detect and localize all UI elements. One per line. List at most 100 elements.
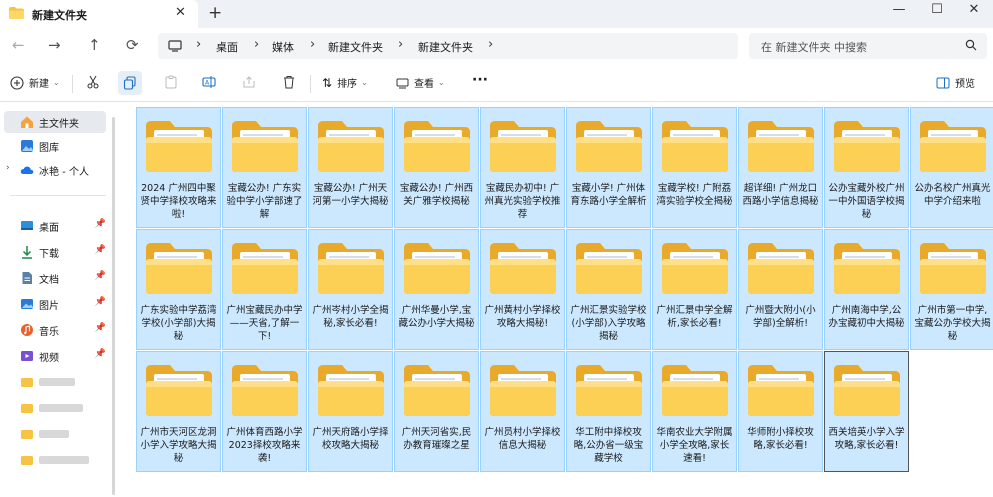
sidebar-item-obscured[interactable]: [4, 449, 106, 471]
chevron-right-icon[interactable]: ›: [6, 163, 10, 173]
delete-button[interactable]: [282, 75, 296, 89]
folder-item[interactable]: 西关培英小学入学攻略,家长必看!: [824, 351, 909, 472]
folder-item[interactable]: 广州市天河区龙洞小学入学攻略大揭秘: [136, 351, 221, 472]
breadcrumb-separator: ›: [398, 37, 404, 52]
sidebar-item-music[interactable]: 音乐 📌: [4, 319, 106, 341]
forward-button[interactable]: →: [48, 36, 61, 54]
folder-item[interactable]: 广州汇景中学全解析,家长必看!: [652, 229, 737, 350]
folder-item[interactable]: 广州员村小学择校信息大揭秘: [480, 351, 565, 472]
minimize-button[interactable]: —: [880, 0, 918, 22]
obscured-label: [39, 378, 75, 386]
share-button[interactable]: [242, 75, 256, 89]
sidebar-item-pictures[interactable]: 图片 📌: [4, 293, 106, 315]
folder-label: 宝藏公办! 广东实验中学小学部速了解: [226, 183, 303, 220]
refresh-button[interactable]: ⟳: [126, 36, 139, 54]
copy-icon: [123, 76, 136, 90]
sidebar-item-obscured[interactable]: [4, 423, 106, 445]
folder-item[interactable]: 华南农业大学附属小学全攻略,家长速看!: [652, 351, 737, 472]
folder-icon: [748, 243, 814, 294]
folder-item[interactable]: 广州华曼小学,宝藏公办小学大揭秘: [394, 229, 479, 350]
address-bar[interactable]: › 桌面 › 媒体 › 新建文件夹 › 新建文件夹 ›: [158, 33, 738, 59]
folder-icon: [576, 121, 642, 172]
new-button[interactable]: 新建 ⌄: [10, 75, 60, 90]
folder-item[interactable]: 广州天河省实,民办教育璀璨之星: [394, 351, 479, 472]
sidebar-item-obscured[interactable]: [4, 371, 106, 393]
sidebar-item-gallery[interactable]: 图库: [4, 135, 106, 157]
pin-icon[interactable]: 📌: [95, 219, 106, 229]
search-box[interactable]: 在 新建文件夹 中搜索: [749, 33, 987, 59]
folder-label: 广州南海中学,公办宝藏初中大揭秘: [828, 305, 905, 329]
folder-item[interactable]: 广州南海中学,公办宝藏初中大揭秘: [824, 229, 909, 350]
folder-item[interactable]: 广州体育西路小学2023择校攻略来袭!: [222, 351, 307, 472]
folder-item[interactable]: 2024 广州四中聚贤中学择校攻略来啦!: [136, 107, 221, 228]
folder-item[interactable]: 宝藏公办! 广州天河第一小学大揭秘: [308, 107, 393, 228]
folder-item[interactable]: 华工附中择校攻略,公办省一级宝藏学校: [566, 351, 651, 472]
folder-label: 广州汇景中学全解析,家长必看!: [656, 305, 733, 329]
folder-icon: [748, 365, 814, 416]
new-tab-button[interactable]: +: [208, 3, 222, 23]
sidebar-item-onedrive[interactable]: › 冰艳 - 个人: [4, 159, 106, 181]
folder-icon: [9, 7, 24, 19]
sidebar-item-documents[interactable]: 文档 📌: [4, 267, 106, 289]
folder-icon: [21, 456, 33, 465]
folder-icon: [490, 365, 556, 416]
breadcrumb-separator: ›: [254, 37, 260, 52]
folder-item[interactable]: 广州天府路小学择校攻略大揭秘: [308, 351, 393, 472]
folder-icon: [232, 121, 298, 172]
preview-button[interactable]: 预览: [936, 75, 975, 90]
view-button[interactable]: 查看 ⌄: [396, 75, 445, 90]
paste-icon: [165, 75, 177, 89]
folder-item[interactable]: 广东实验中学荔湾学校(小学部)大揭秘: [136, 229, 221, 350]
paste-button[interactable]: [164, 75, 178, 89]
breadcrumb-desktop[interactable]: 桌面: [216, 39, 238, 55]
sidebar-item-obscured[interactable]: [4, 397, 106, 419]
folder-item[interactable]: 宝藏小学! 广州体育东路小学全解析: [566, 107, 651, 228]
folder-item[interactable]: 公办宝藏外校广州一中外国语学校揭秘: [824, 107, 909, 228]
back-button[interactable]: ←: [12, 36, 25, 54]
sidebar-item-desktop[interactable]: 桌面 📌: [4, 215, 106, 237]
pin-icon[interactable]: 📌: [95, 297, 106, 307]
rename-button[interactable]: A: [202, 75, 216, 89]
sort-label: 排序: [337, 79, 358, 90]
pin-icon[interactable]: 📌: [95, 323, 106, 333]
cut-button[interactable]: [86, 75, 100, 89]
folder-item[interactable]: 宝藏公办! 广东实验中学小学部速了解: [222, 107, 307, 228]
folder-item[interactable]: 广州宝藏民办中学——天省,了解一下!: [222, 229, 307, 350]
maximize-button[interactable]: ☐: [918, 0, 956, 22]
pin-icon[interactable]: 📌: [95, 271, 106, 281]
sidebar-item-home[interactable]: 主文件夹: [4, 111, 106, 133]
tab-close-icon[interactable]: ✕: [175, 5, 186, 20]
sort-button[interactable]: ⇅ 排序 ⌄: [322, 75, 368, 91]
document-icon: [22, 272, 32, 284]
folder-item[interactable]: 公办名校广州真光中学介绍来啦: [910, 107, 993, 228]
breadcrumb-separator: ›: [310, 37, 316, 52]
folder-item[interactable]: 广州市第一中学,宝藏公办学校大揭秘: [910, 229, 993, 350]
folder-item[interactable]: 华师附小择校攻略,家长必看!: [738, 351, 823, 472]
folder-item[interactable]: 广州岑村小学全揭秘,家长必看!: [308, 229, 393, 350]
sidebar-item-label: 桌面: [39, 222, 59, 234]
view-label: 查看: [414, 79, 434, 90]
breadcrumb-new-folder-parent[interactable]: 新建文件夹: [328, 39, 383, 55]
folder-item[interactable]: 宝藏公办! 广州西关广雅学校揭秘: [394, 107, 479, 228]
command-bar: 新建 ⌄ A ⇅ 排序 ⌄ 查看 ⌄ ··· 预览: [0, 64, 993, 102]
sidebar-item-videos[interactable]: 视频 📌: [4, 345, 106, 367]
copy-button[interactable]: [118, 71, 142, 95]
pin-icon[interactable]: 📌: [95, 245, 106, 255]
up-button[interactable]: ↑: [88, 36, 101, 54]
more-options-button[interactable]: ···: [472, 72, 488, 88]
folder-item[interactable]: 广州黄村小学择校攻略大揭秘!: [480, 229, 565, 350]
sidebar-scrollbar[interactable]: [112, 117, 115, 495]
breadcrumb-media[interactable]: 媒体: [272, 39, 294, 55]
folder-item[interactable]: 宝藏民办初中! 广州真光实验学校推荐: [480, 107, 565, 228]
folder-item[interactable]: 超详细! 广州龙口西路小学信息揭秘: [738, 107, 823, 228]
folder-item[interactable]: 广州汇景实验学校(小学部)入学攻略揭秘: [566, 229, 651, 350]
folder-item[interactable]: 广州暨大附小(小学部)全解析!: [738, 229, 823, 350]
pin-icon[interactable]: 📌: [95, 349, 106, 359]
sidebar-item-downloads[interactable]: 下载 📌: [4, 241, 106, 263]
close-window-button[interactable]: ✕: [955, 0, 993, 22]
search-icon: [965, 39, 977, 51]
breadcrumb-new-folder-current[interactable]: 新建文件夹: [418, 39, 473, 55]
tab-new-folder[interactable]: 新建文件夹 ✕: [0, 0, 198, 28]
folder-item[interactable]: 宝藏学校! 广附荔湾实验学校全揭秘: [652, 107, 737, 228]
trash-icon: [284, 76, 294, 89]
